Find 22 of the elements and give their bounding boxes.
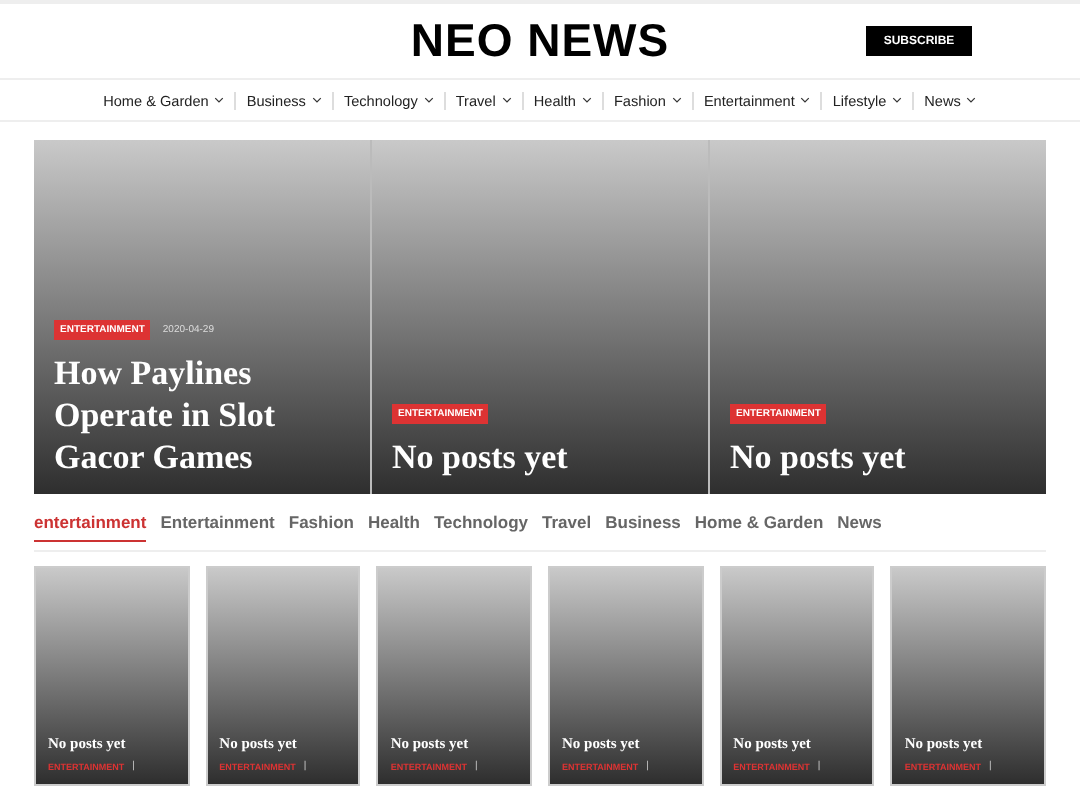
- category-tab[interactable]: Fashion: [288, 512, 354, 540]
- category-tab[interactable]: Travel: [542, 512, 592, 540]
- chevron-down-icon: [423, 96, 434, 104]
- site-title[interactable]: NEO NEWS: [410, 14, 670, 68]
- chevron-down-icon: [800, 96, 811, 104]
- chevron-down-icon: [966, 96, 977, 104]
- category-tab[interactable]: Home & Garden: [694, 512, 824, 540]
- chevron-down-icon: [311, 96, 322, 104]
- category-tab[interactable]: Business: [605, 512, 681, 540]
- chevron-down-icon: [214, 96, 225, 104]
- category-tab[interactable]: entertainment: [34, 512, 147, 542]
- category-tab[interactable]: Technology: [433, 512, 529, 540]
- chevron-down-icon: [501, 96, 512, 104]
- chevron-down-icon: [671, 96, 682, 104]
- category-tab[interactable]: News: [837, 512, 882, 540]
- category-tab[interactable]: Entertainment: [160, 512, 275, 540]
- post-title[interactable]: No posts yet: [392, 436, 688, 478]
- chevron-down-icon: [581, 96, 592, 104]
- post-title[interactable]: No posts yet: [730, 436, 1026, 478]
- post-title[interactable]: How Paylines Operate in Slot Gacor Games: [54, 352, 350, 478]
- category-tab[interactable]: Health: [367, 512, 420, 540]
- chevron-down-icon: [892, 96, 903, 104]
